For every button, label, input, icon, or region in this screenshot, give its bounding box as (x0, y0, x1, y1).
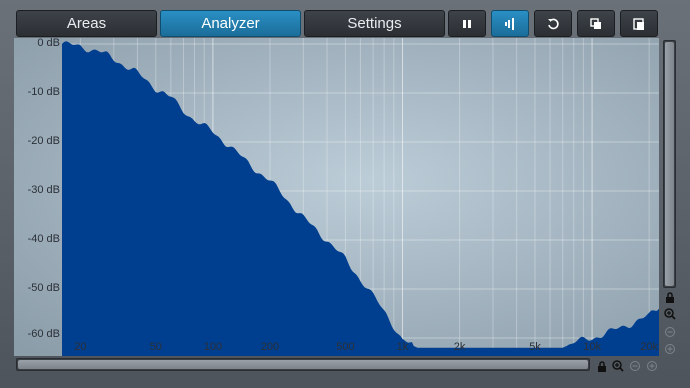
x-axis-label: 50 (149, 341, 162, 353)
pause-button[interactable] (448, 10, 486, 37)
h-zoom-reset-icon[interactable] (646, 360, 658, 372)
freeze-button[interactable] (491, 10, 529, 37)
spectrum-analyzer[interactable] (14, 38, 659, 356)
horizontal-scrollbar[interactable] (16, 358, 590, 371)
tab-analyzer-label: Analyzer (201, 15, 260, 32)
tab-settings[interactable]: Settings (304, 10, 445, 37)
x-axis-label: 20 (74, 341, 87, 353)
horizontal-scroll-thumb[interactable] (18, 360, 588, 369)
reset-button[interactable] (534, 10, 572, 37)
v-zoom-reset-icon[interactable] (664, 343, 676, 355)
vertical-scrollbar[interactable] (663, 40, 676, 288)
h-zoom-out-icon[interactable] (629, 360, 641, 372)
y-axis-label: -30 dB (27, 184, 60, 196)
tab-settings-label: Settings (347, 15, 402, 32)
h-zoom-in-icon[interactable] (612, 360, 624, 372)
x-axis-label: 100 (203, 341, 223, 353)
v-zoom-in-icon[interactable] (664, 308, 676, 320)
v-zoom-out-icon[interactable] (664, 326, 676, 338)
x-axis-label: 20k (640, 341, 659, 353)
freeze-icon (505, 17, 514, 30)
x-axis-label: 500 (336, 341, 355, 353)
y-axis-label: -60 dB (27, 328, 60, 340)
reset-icon (548, 18, 559, 29)
v-lock-icon[interactable] (664, 291, 676, 303)
x-axis-label: 10k (583, 341, 601, 353)
paste-button[interactable] (620, 10, 658, 37)
tab-areas-label: Areas (66, 15, 107, 32)
y-axis-label: -20 dB (27, 135, 60, 147)
vertical-scroll-thumb[interactable] (665, 42, 674, 286)
x-axis-label: 2k (453, 341, 466, 353)
tab-analyzer[interactable]: Analyzer (160, 10, 301, 37)
tab-areas[interactable]: Areas (16, 10, 157, 37)
y-axis-label: -10 dB (27, 86, 60, 98)
x-axis-label: 200 (260, 341, 280, 353)
x-axis-label: 5k (529, 341, 541, 353)
paste-icon (633, 17, 644, 30)
y-axis-label: -40 dB (27, 233, 60, 245)
h-lock-icon[interactable] (596, 360, 608, 372)
copy-button[interactable] (577, 10, 615, 37)
pause-icon (463, 19, 471, 28)
x-axis-label: 1k (396, 341, 409, 353)
y-axis-label: 0 dB (37, 37, 60, 49)
copy-icon (590, 17, 601, 29)
y-axis-label: -50 dB (27, 282, 60, 294)
